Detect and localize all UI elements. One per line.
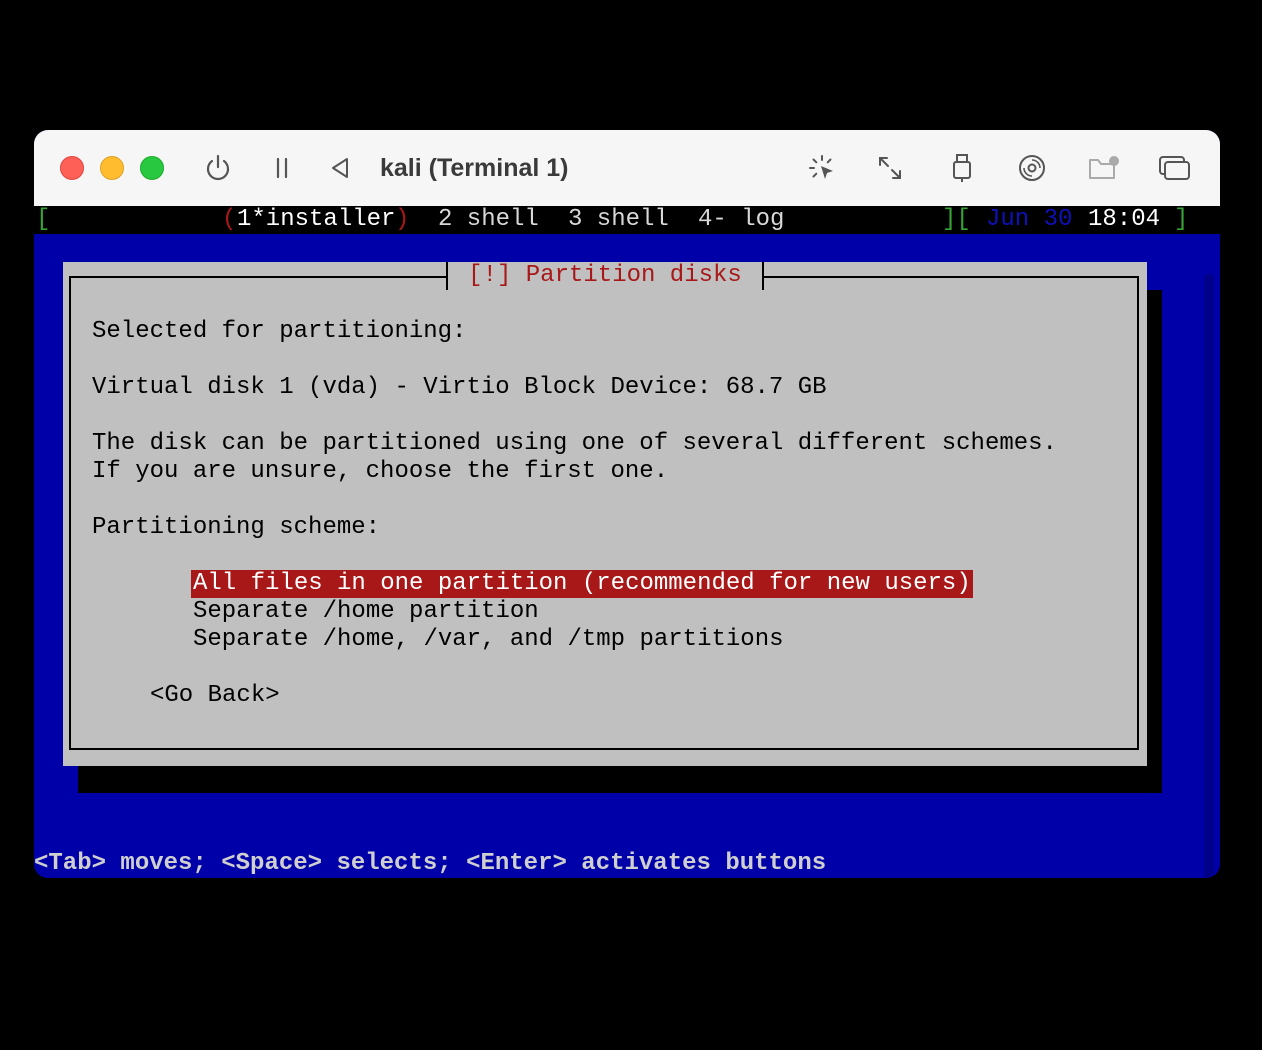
status-bracket-mid: ][ <box>942 206 971 233</box>
usb-icon[interactable] <box>944 150 980 186</box>
minimize-button[interactable] <box>100 156 124 180</box>
back-triangle-icon[interactable] <box>322 150 358 186</box>
option-separate-home[interactable]: Separate /home partition <box>191 598 541 626</box>
option-separate-home-var-tmp[interactable]: Separate /home, /var, and /tmp partition… <box>191 626 786 654</box>
power-icon[interactable] <box>200 150 236 186</box>
disc-icon[interactable] <box>1014 150 1050 186</box>
status-bracket-open: [ <box>36 206 51 233</box>
terminal-scroll-strip <box>1204 274 1214 878</box>
disk-info: Virtual disk 1 (vda) - Virtio Block Devi… <box>92 374 827 401</box>
resize-icon[interactable] <box>872 150 908 186</box>
terminal-background: [!] Partition disks Selected for partiti… <box>34 234 1220 878</box>
close-button[interactable] <box>60 156 84 180</box>
option-all-in-one[interactable]: All files in one partition (recommended … <box>191 570 973 598</box>
zoom-button[interactable] <box>140 156 164 180</box>
tab-log[interactable]: 4- log <box>698 206 784 234</box>
key-hint: <Tab> moves; <Space> selects; <Enter> ac… <box>34 850 827 877</box>
windows-icon[interactable] <box>1156 150 1192 186</box>
tab-shell-2[interactable]: 2 shell <box>438 206 539 234</box>
description-line-2: If you are unsure, choose the first one. <box>92 458 669 485</box>
dialog-frame <box>69 276 1139 750</box>
dialog-title: [!] Partition disks <box>468 262 742 289</box>
tab-shell-3[interactable]: 3 shell <box>568 206 669 234</box>
title-bar: kali (Terminal 1) <box>34 130 1220 207</box>
partition-dialog: [!] Partition disks Selected for partiti… <box>63 262 1147 766</box>
status-bracket-close: ] <box>1174 206 1189 233</box>
window-title: kali (Terminal 1) <box>380 154 569 182</box>
go-back-button[interactable]: <Go Back> <box>150 682 280 710</box>
status-date: Jun 30 <box>986 206 1073 233</box>
description-line-1: The disk can be partitioned using one of… <box>92 430 1057 457</box>
status-time: 18:04 <box>1088 206 1161 233</box>
dialog-title-box: [!] Partition disks <box>446 262 764 290</box>
tab1-close-paren: ) <box>395 206 410 233</box>
pause-icon[interactable] <box>264 150 300 186</box>
terminal[interactable]: [ ( 1*installer ) 2 shell 3 shell 4- log… <box>34 206 1220 878</box>
shared-folder-icon[interactable] <box>1086 150 1122 186</box>
tmux-status-bar: [ ( 1*installer ) 2 shell 3 shell 4- log… <box>34 206 1220 234</box>
scheme-label: Partitioning scheme: <box>92 514 381 541</box>
selected-label: Selected for partitioning: <box>92 318 467 345</box>
vm-window: kali (Terminal 1) [ ( 1*installer ) 2 sh… <box>34 130 1220 878</box>
cursor-capture-icon[interactable] <box>804 150 840 186</box>
tab-installer[interactable]: 1*installer <box>237 206 395 234</box>
tab1-open-paren: ( <box>222 206 237 233</box>
